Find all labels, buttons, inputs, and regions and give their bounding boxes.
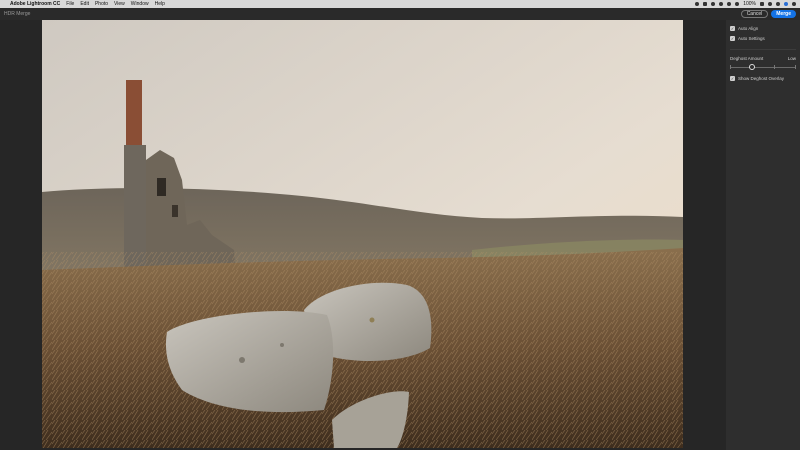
merge-button[interactable]: Merge (771, 10, 796, 18)
menu-view[interactable]: View (114, 1, 125, 7)
status-icons: 100% (695, 1, 796, 7)
deghost-header: Deghost Amount Low (730, 56, 796, 61)
wifi-icon[interactable] (735, 2, 740, 6)
volume-icon[interactable] (727, 2, 732, 6)
auto-settings-label: Auto Settings (738, 36, 765, 41)
menu-help[interactable]: Help (155, 1, 165, 7)
system-menu-bar: Adobe Lightroom CC File Edit Photo View … (0, 0, 800, 8)
deghost-value: Low (787, 56, 796, 61)
left-gutter (0, 20, 42, 450)
bluetooth-icon[interactable] (719, 2, 724, 6)
menu-photo[interactable]: Photo (95, 1, 108, 7)
time-machine-icon[interactable] (711, 2, 716, 6)
menu-edit[interactable]: Edit (80, 1, 89, 7)
creative-cloud-icon[interactable] (695, 2, 700, 6)
spotlight-search-icon[interactable] (776, 2, 780, 6)
menu-app-name[interactable]: Adobe Lightroom CC (10, 1, 60, 7)
siri-icon[interactable] (784, 2, 788, 6)
show-deghost-overlay-checkbox[interactable]: ✓ Show Deghost Overlay (730, 76, 796, 81)
menu-window[interactable]: Window (131, 1, 149, 7)
notification-center-icon[interactable] (792, 2, 796, 6)
deghost-amount-label: Deghost Amount (730, 56, 764, 61)
panel-divider (730, 49, 796, 50)
lightroom-icon[interactable] (703, 2, 708, 6)
slider-track[interactable] (730, 67, 796, 68)
user-icon[interactable] (768, 2, 772, 6)
slider-tick (795, 65, 796, 69)
checkmark-icon: ✓ (730, 76, 735, 81)
show-deghost-overlay-label: Show Deghost Overlay (738, 76, 785, 81)
battery-percent: 100% (743, 1, 756, 7)
auto-settings-checkbox[interactable]: ✓ Auto Settings (730, 36, 796, 41)
slider-tick (730, 65, 731, 69)
auto-align-label: Auto Align (738, 26, 759, 31)
hdr-merge-header: HDR Merge Cancel Merge (0, 8, 800, 20)
deghost-slider[interactable] (730, 64, 796, 70)
checkmark-icon: ✓ (730, 36, 735, 41)
dialog-title: HDR Merge (4, 11, 31, 17)
slider-tick (773, 65, 775, 69)
hdr-preview-image (42, 20, 683, 448)
cancel-button[interactable]: Cancel (740, 10, 769, 18)
battery-icon[interactable] (760, 2, 764, 6)
menu-file[interactable]: File (66, 1, 74, 7)
auto-align-checkbox[interactable]: ✓ Auto Align (730, 26, 796, 31)
header-actions: Cancel Merge (740, 10, 796, 18)
landscape-photo (42, 20, 683, 448)
hdr-settings-panel: ✓ Auto Align ✓ Auto Settings Deghost Amo… (726, 20, 800, 450)
slider-handle[interactable] (748, 64, 755, 70)
checkmark-icon: ✓ (730, 26, 735, 31)
